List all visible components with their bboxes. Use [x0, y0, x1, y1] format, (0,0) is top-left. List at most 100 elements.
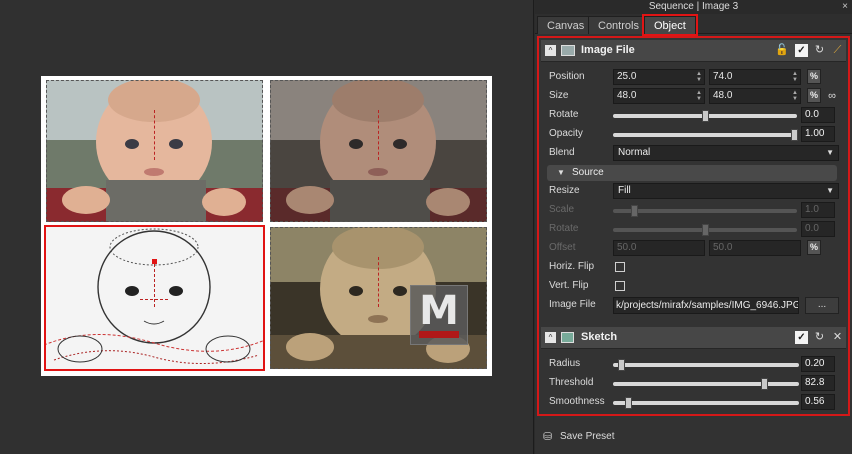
radius-slider-handle[interactable]	[618, 359, 625, 371]
chevron-down-icon: ▼	[826, 186, 834, 195]
offset-y-input: 50.0	[709, 240, 801, 256]
spin-arrows-icon[interactable]: ▲ ▼	[695, 71, 703, 83]
threshold-slider-handle[interactable]	[761, 378, 768, 390]
save-preset-label: Save Preset	[560, 431, 615, 442]
reset-icon[interactable]: ↻	[813, 331, 826, 344]
horiz-flip-checkbox[interactable]	[615, 262, 625, 272]
spin-arrows-icon[interactable]: ▲ ▼	[791, 90, 799, 102]
size-h-value: 48.0	[713, 90, 733, 101]
remove-icon[interactable]: ✕	[831, 331, 844, 344]
size-w-input[interactable]: 48.0 ▲ ▼	[613, 88, 705, 104]
sketch-title: Sketch	[581, 331, 618, 343]
scale-slider-handle	[631, 205, 638, 217]
source-rotate-row: Rotate 0.0	[549, 220, 844, 238]
vert-flip-label: Vert. Flip	[549, 280, 589, 291]
resize-value: Fill	[618, 185, 631, 196]
collapse-icon[interactable]: ^	[545, 45, 556, 56]
blend-label: Blend	[549, 147, 575, 158]
browse-button[interactable]: ...	[805, 297, 839, 314]
smoothness-slider[interactable]	[613, 401, 799, 405]
image-cell-muted[interactable]	[270, 80, 487, 222]
image-file-row: Image File k/projects/mirafx/samples/IMG…	[549, 296, 844, 314]
size-unit-button[interactable]: %	[807, 88, 821, 103]
position-unit-button[interactable]: %	[807, 69, 821, 84]
source-label: Source	[572, 167, 604, 178]
vert-flip-checkbox[interactable]	[615, 281, 625, 291]
rotate-slider-handle[interactable]	[702, 110, 709, 122]
threshold-value[interactable]: 82.8	[801, 375, 835, 391]
source-group-toggle[interactable]: ▼ Source	[547, 165, 837, 181]
image-file-path-input[interactable]: k/projects/mirafx/samples/IMG_6946.JPG	[613, 297, 799, 314]
watermark-bar	[419, 331, 459, 338]
checkbox-checked-icon[interactable]: ✓	[795, 331, 808, 344]
lock-icon[interactable]: 🔓	[775, 44, 789, 57]
opacity-slider[interactable]	[613, 133, 797, 137]
smoothness-slider-handle[interactable]	[625, 397, 632, 409]
smoothness-value[interactable]: 0.56	[801, 394, 835, 410]
threshold-slider[interactable]	[613, 382, 799, 386]
opacity-value[interactable]: 1.00	[801, 126, 835, 142]
spin-arrows-icon[interactable]: ▲ ▼	[695, 90, 703, 102]
radius-slider[interactable]	[613, 363, 799, 367]
resize-dropdown[interactable]: Fill ▼	[613, 183, 839, 199]
size-row: Size 48.0 ▲ ▼ 48.0 ▲ ▼ % ∞	[549, 87, 844, 105]
watermark-letter: M	[419, 288, 459, 334]
properties-panel: Sequence | Image 3 × Canvas Controls Obj…	[535, 0, 852, 454]
panel-titlebar: Sequence | Image 3 ×	[535, 0, 852, 14]
size-h-input[interactable]: 48.0 ▲ ▼	[709, 88, 801, 104]
blend-value: Normal	[618, 147, 651, 158]
offset-y-value: 50.0	[713, 242, 733, 253]
image-file-header[interactable]: ^ Image File 🔓 ✓ ↻ ⟋	[541, 40, 846, 62]
canvas-area[interactable]: M	[0, 0, 534, 454]
image-cell-sepia[interactable]: M	[270, 227, 487, 369]
image-cell-sketch-selected[interactable]	[44, 225, 265, 371]
chevron-down-icon: ▼	[826, 148, 834, 157]
blend-dropdown[interactable]: Normal ▼	[613, 145, 839, 161]
opacity-slider-handle[interactable]	[791, 129, 798, 141]
radius-value[interactable]: 0.20	[801, 356, 835, 372]
scale-slider	[613, 209, 797, 213]
sketch-header[interactable]: ^ Sketch ✓ ↻ ✕	[541, 327, 846, 349]
offset-label: Offset	[549, 242, 576, 253]
link-aspect-icon[interactable]: ∞	[825, 88, 839, 104]
image-icon	[561, 45, 575, 56]
scale-label: Scale	[549, 204, 575, 215]
smoothness-row: Smoothness 0.56	[549, 393, 844, 411]
checkbox-checked-icon[interactable]: ✓	[795, 44, 808, 57]
tab-bar: Canvas Controls Object	[535, 14, 852, 36]
spin-arrows-icon[interactable]: ▲ ▼	[791, 71, 799, 83]
rotate-value[interactable]: 0.0	[801, 107, 835, 123]
horiz-flip-row: Horiz. Flip	[549, 258, 844, 276]
scale-row: Scale 1.0	[549, 201, 844, 219]
position-y-input[interactable]: 74.0 ▲ ▼	[709, 69, 801, 85]
scale-value: 1.0	[801, 202, 835, 218]
tab-controls[interactable]: Controls	[588, 16, 649, 34]
threshold-row: Threshold 82.8	[549, 374, 844, 392]
tab-object[interactable]: Object	[642, 14, 698, 36]
object-properties: ^ Image File 🔓 ✓ ↻ ⟋ Position 25.0 ▲ ▼ 74.…	[537, 36, 850, 416]
anchor-handle[interactable]	[152, 259, 157, 264]
position-y-value: 74.0	[713, 71, 733, 82]
offset-x-input: 50.0	[613, 240, 705, 256]
source-rotate-value: 0.0	[801, 221, 835, 237]
size-w-value: 48.0	[617, 90, 637, 101]
offset-x-value: 50.0	[617, 242, 637, 253]
radius-row: Radius 0.20	[549, 355, 844, 373]
triangle-down-icon: ▼	[557, 168, 565, 177]
collapse-icon[interactable]: ^	[545, 332, 556, 343]
image-cell-original[interactable]	[46, 80, 263, 222]
vert-flip-row: Vert. Flip	[549, 277, 844, 295]
offset-row: Offset 50.0 50.0 %	[549, 239, 844, 257]
horiz-flip-label: Horiz. Flip	[549, 261, 595, 272]
image-board: M	[41, 76, 492, 376]
reset-icon[interactable]: ↻	[813, 44, 826, 57]
source-rotate-slider-handle	[702, 224, 709, 236]
position-x-input[interactable]: 25.0 ▲ ▼	[613, 69, 705, 85]
blend-row: Blend Normal ▼	[549, 144, 844, 162]
tab-canvas[interactable]: Canvas	[537, 16, 595, 34]
threshold-label: Threshold	[549, 377, 594, 388]
offset-unit-button[interactable]: %	[807, 240, 821, 255]
position-label: Position	[549, 71, 585, 82]
close-icon[interactable]: ×	[842, 0, 848, 14]
wand-icon[interactable]: ⟋	[831, 44, 844, 57]
